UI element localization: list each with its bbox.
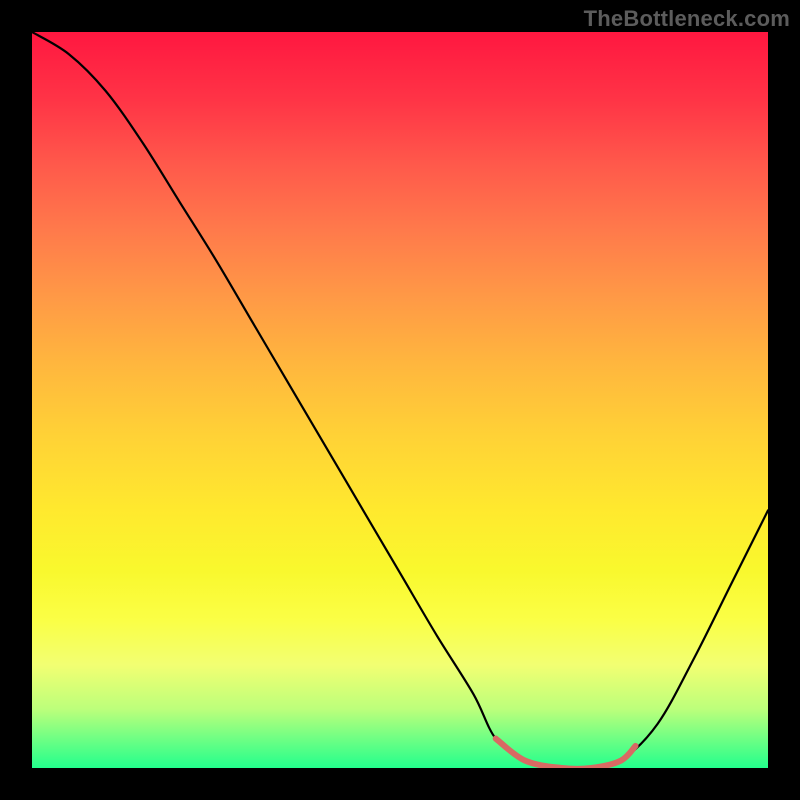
bottleneck-curve-svg bbox=[32, 32, 768, 768]
watermark-label: TheBottleneck.com bbox=[584, 6, 790, 32]
bottleneck-curve bbox=[32, 32, 768, 768]
optimal-range-highlight bbox=[496, 739, 636, 768]
plot-area bbox=[32, 32, 768, 768]
chart-frame: TheBottleneck.com bbox=[0, 0, 800, 800]
